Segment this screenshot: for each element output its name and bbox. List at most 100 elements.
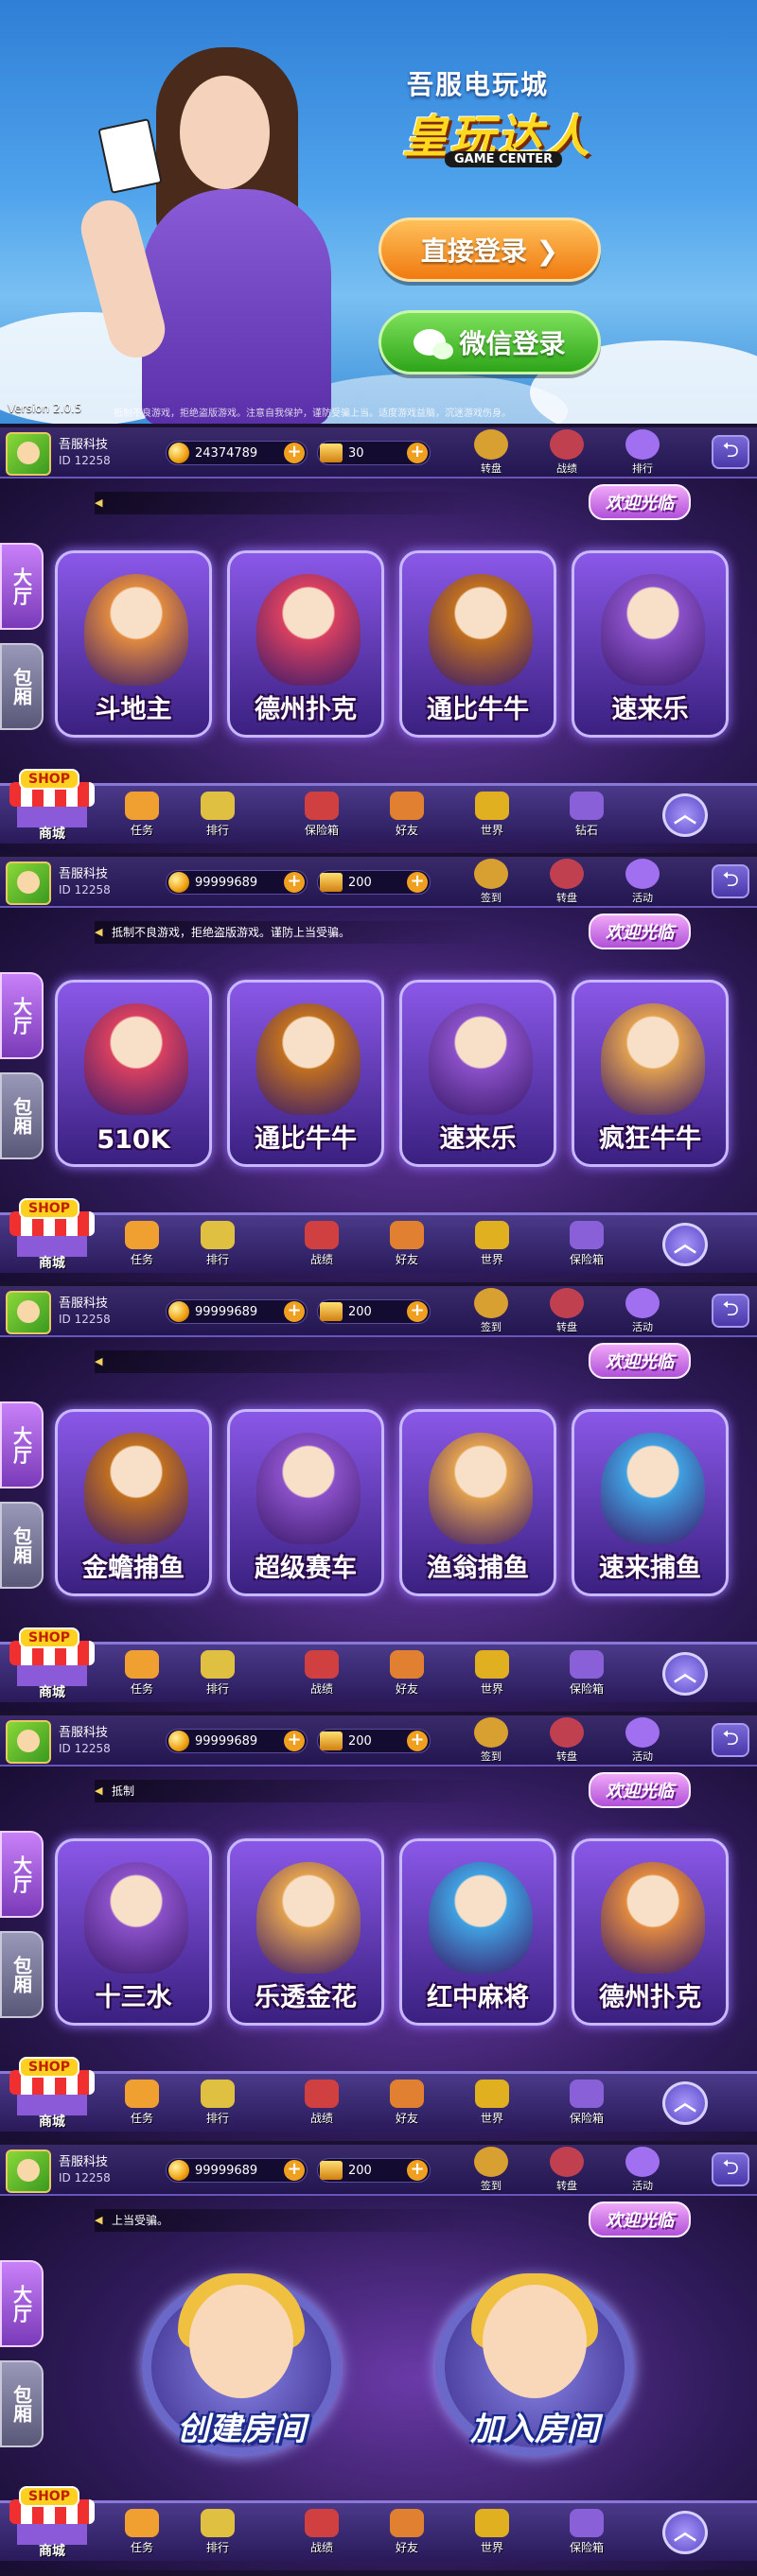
game-card[interactable]: 疯狂牛牛 [572,980,729,1167]
top-menu-item[interactable]: 签到 [468,2147,514,2193]
bottom-menu-item[interactable]: 好友 [378,1650,435,1697]
bottom-menu-item[interactable]: 世界 [464,1650,520,1697]
bottom-menu-item[interactable]: 任务 [114,2509,170,2555]
game-card[interactable]: 金蟾捕鱼 [55,1409,212,1596]
game-card[interactable]: 速来乐 [399,980,556,1167]
add-gold-button[interactable]: + [284,443,305,463]
tab-hall[interactable]: 大厅 [0,1401,44,1488]
add-card-button[interactable]: + [407,1301,428,1322]
add-card-button[interactable]: + [407,2160,428,2181]
tab-hall[interactable]: 大厅 [0,543,44,630]
shop-button[interactable]: SHOP 商城 [6,2486,98,2562]
avatar[interactable] [6,2150,51,2193]
game-card[interactable]: 德州扑克 [572,1838,729,2026]
top-menu-item[interactable]: 活动 [620,1717,665,1764]
add-card-button[interactable]: + [407,443,428,463]
game-card[interactable]: 510K [55,980,212,1167]
bottom-menu-item[interactable]: 世界 [464,2080,520,2126]
bottom-menu-item[interactable]: 战绩 [293,1221,350,1267]
tab-hall[interactable]: 大厅 [0,2260,44,2347]
top-menu-item[interactable]: 转盘 [544,1288,590,1334]
back-button[interactable]: ⮌ [712,1723,749,1757]
game-card[interactable]: 渔翁捕鱼 [399,1409,556,1596]
bottom-menu-item[interactable]: 世界 [464,792,520,838]
top-menu-item[interactable]: 转盘 [544,1717,590,1764]
game-card[interactable]: 十三水 [55,1838,212,2026]
bottom-menu-item[interactable]: 好友 [378,2080,435,2126]
avatar[interactable] [6,1291,51,1334]
bottom-menu-item[interactable]: 排行 [189,792,246,838]
tab-private-room[interactable]: 包厢 [0,1072,44,1159]
avatar[interactable] [6,862,51,905]
top-menu-item[interactable]: 排行 [620,429,665,476]
shop-button[interactable]: SHOP 商城 [6,1627,98,1703]
add-card-button[interactable]: + [407,872,428,893]
bottom-menu-item[interactable]: 任务 [114,2080,170,2126]
expand-button[interactable]: ︿ [662,1652,708,1696]
game-card[interactable]: 通比牛牛 [399,550,556,738]
top-menu-item[interactable]: 活动 [620,2147,665,2193]
bottom-menu-item[interactable]: 保险箱 [558,1650,615,1697]
game-card[interactable]: 超级赛车 [227,1409,384,1596]
tab-private-room[interactable]: 包厢 [0,2360,44,2447]
bottom-menu-item[interactable]: 好友 [378,2509,435,2555]
join-room-button[interactable]: 加入房间 [416,2268,653,2466]
bottom-menu-item[interactable]: 世界 [464,1221,520,1267]
bottom-menu-item[interactable]: 好友 [378,1221,435,1267]
add-gold-button[interactable]: + [284,1301,305,1322]
bottom-menu-item[interactable]: 排行 [189,1650,246,1697]
game-card[interactable]: 红中麻将 [399,1838,556,2026]
bottom-menu-item[interactable]: 排行 [189,1221,246,1267]
avatar[interactable] [6,1720,51,1764]
create-room-button[interactable]: 创建房间 [123,2268,360,2466]
back-button[interactable]: ⮌ [712,864,749,898]
expand-button[interactable]: ︿ [662,2081,708,2125]
bottom-menu-item[interactable]: 保险箱 [558,2080,615,2126]
add-card-button[interactable]: + [407,1731,428,1751]
bottom-menu-item[interactable]: 保险箱 [558,1221,615,1267]
back-button[interactable]: ⮌ [712,1294,749,1328]
top-menu-item[interactable]: 战绩 [544,429,590,476]
bottom-menu-item[interactable]: 好友 [378,792,435,838]
bottom-menu-item[interactable]: 保险箱 [293,792,350,838]
bottom-menu-item[interactable]: 任务 [114,792,170,838]
bottom-menu-item[interactable]: 钻石 [558,792,615,838]
bottom-menu-item[interactable]: 战绩 [293,2509,350,2555]
game-card[interactable]: 乐透金花 [227,1838,384,2026]
back-button[interactable]: ⮌ [712,2152,749,2186]
add-gold-button[interactable]: + [284,872,305,893]
wechat-login-button[interactable]: 微信登录 [378,310,601,374]
tab-private-room[interactable]: 包厢 [0,1931,44,2018]
top-menu-item[interactable]: 签到 [468,1288,514,1334]
shop-button[interactable]: SHOP 商城 [6,2057,98,2132]
game-card[interactable]: 斗地主 [55,550,212,738]
bottom-menu-item[interactable]: 战绩 [293,1650,350,1697]
tab-hall[interactable]: 大厅 [0,1831,44,1918]
shop-button[interactable]: SHOP 商城 [6,1198,98,1274]
bottom-menu-item[interactable]: 保险箱 [558,2509,615,2555]
top-menu-item[interactable]: 签到 [468,859,514,905]
shop-button[interactable]: SHOP 商城 [6,769,98,844]
game-card[interactable]: 速来捕鱼 [572,1409,729,1596]
bottom-menu-item[interactable]: 世界 [464,2509,520,2555]
top-menu-item[interactable]: 活动 [620,859,665,905]
bottom-menu-item[interactable]: 任务 [114,1650,170,1697]
top-menu-item[interactable]: 转盘 [468,429,514,476]
add-gold-button[interactable]: + [284,1731,305,1751]
back-button[interactable]: ⮌ [712,435,749,469]
bottom-menu-item[interactable]: 排行 [189,2509,246,2555]
tab-private-room[interactable]: 包厢 [0,643,44,730]
expand-button[interactable]: ︿ [662,1223,708,1266]
game-card[interactable]: 德州扑克 [227,550,384,738]
expand-button[interactable]: ︿ [662,2511,708,2554]
tab-private-room[interactable]: 包厢 [0,1502,44,1589]
bottom-menu-item[interactable]: 任务 [114,1221,170,1267]
top-menu-item[interactable]: 转盘 [544,2147,590,2193]
top-menu-item[interactable]: 活动 [620,1288,665,1334]
game-card[interactable]: 通比牛牛 [227,980,384,1167]
expand-button[interactable]: ︿ [662,793,708,837]
direct-login-button[interactable]: 直接登录 ❯ [378,218,601,282]
bottom-menu-item[interactable]: 排行 [189,2080,246,2126]
bottom-menu-item[interactable]: 战绩 [293,2080,350,2126]
tab-hall[interactable]: 大厅 [0,972,44,1059]
